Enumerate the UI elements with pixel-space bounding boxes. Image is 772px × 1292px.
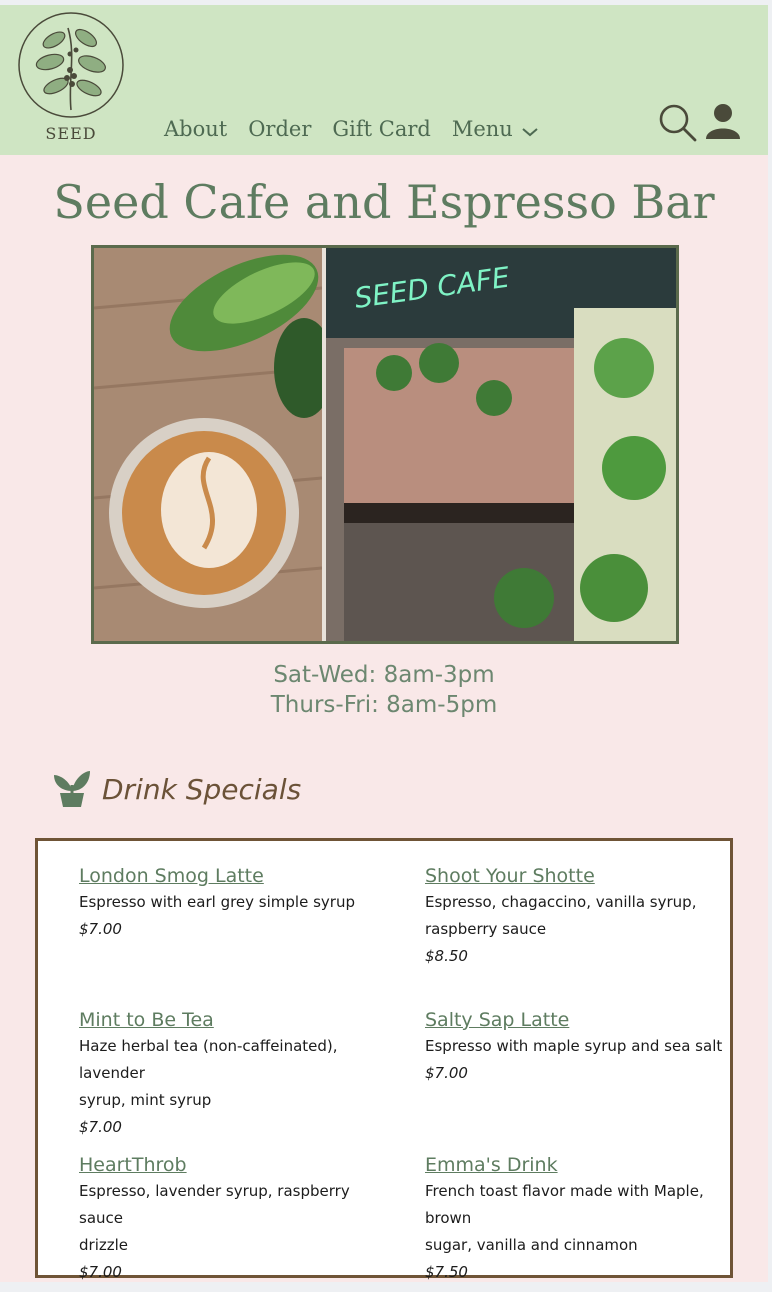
opening-hours: Sat-Wed: 8am-3pm Thurs-Fri: 8am-5pm	[0, 660, 768, 720]
nav-menu[interactable]: Menu	[452, 117, 539, 141]
nav-menu-label: Menu	[451, 117, 513, 141]
drink-description: Espresso, chagaccino, vanilla syrup,	[425, 893, 697, 911]
drink-name-link[interactable]: HeartThrob	[79, 1152, 187, 1178]
drink-description: Haze herbal tea (non-caffeinated), laven…	[79, 1037, 338, 1082]
drink-price: $7.00	[425, 1064, 468, 1082]
nav-order[interactable]: Order	[248, 117, 311, 141]
hours-line-1: Sat-Wed: 8am-3pm	[273, 662, 495, 688]
drink-description: sugar, vanilla and cinnamon	[425, 1236, 638, 1254]
specials-list: London Smog Latte Espresso with earl gre…	[35, 838, 735, 1281]
drink-name-link[interactable]: Mint to Be Tea	[79, 1007, 214, 1033]
drink-description: Espresso with maple syrup and sea salt	[425, 1037, 723, 1055]
drink-item: Salty Sap Latte Espresso with maple syru…	[425, 1007, 735, 1087]
nav-gift-card[interactable]: Gift Card	[332, 117, 430, 141]
specials-heading: Drink Specials	[52, 769, 301, 809]
user-icon[interactable]	[704, 103, 742, 141]
chevron-down-icon	[522, 128, 538, 137]
logo-text: SEED	[45, 124, 97, 143]
drink-item: Shoot Your Shotte Espresso, chagaccino, …	[425, 863, 735, 970]
page-title: Seed Cafe and Espresso Bar	[53, 175, 715, 229]
drink-name-link[interactable]: Salty Sap Latte	[425, 1007, 569, 1033]
specials-title: Drink Specials	[102, 772, 302, 806]
drink-name-link[interactable]: Shoot Your Shotte	[425, 863, 595, 889]
drink-name-link[interactable]: London Smog Latte	[79, 863, 264, 889]
nav-about[interactable]: About	[164, 117, 227, 141]
drink-description: drizzle	[79, 1236, 128, 1254]
seed-logo[interactable]: SEED	[16, 10, 126, 143]
drink-description: raspberry sauce	[425, 920, 547, 938]
search-icon[interactable]	[658, 103, 698, 143]
coffee-plant-logo-icon	[18, 12, 124, 118]
drink-name-link[interactable]: Emma's Drink	[425, 1152, 558, 1178]
page: SEED About Order Gift Card Menu Seed Caf…	[0, 5, 768, 1282]
drink-description: French toast flavor made with Maple, bro…	[425, 1182, 704, 1227]
plant-pot-icon	[54, 771, 90, 807]
drink-item: Mint to Be Tea Haze herbal tea (non-caff…	[79, 1007, 389, 1141]
drink-price: $7.00	[79, 1263, 122, 1281]
hero-photo-collage: SEED CAFE	[94, 248, 676, 641]
drink-item: Emma's Drink French toast flavor made wi…	[425, 1152, 735, 1282]
drink-price: $7.00	[79, 1118, 122, 1136]
drink-description: Espresso, lavender syrup, raspberry sauc…	[79, 1182, 350, 1227]
drink-description: syrup, mint syrup	[79, 1091, 212, 1109]
drink-description: Espresso with earl grey simple syrup	[79, 893, 355, 911]
hero-image: SEED CAFE	[91, 245, 679, 644]
drink-item: London Smog Latte Espresso with earl gre…	[79, 863, 389, 943]
drink-item: HeartThrob Espresso, lavender syrup, ras…	[79, 1152, 389, 1282]
site-header: SEED About Order Gift Card Menu	[0, 5, 768, 155]
drink-price: $7.50	[425, 1263, 468, 1281]
drink-price: $8.50	[425, 947, 468, 965]
drink-price: $7.00	[79, 920, 122, 938]
hours-line-2: Thurs-Fri: 8am-5pm	[270, 692, 498, 718]
main-nav: About Order Gift Card Menu	[164, 117, 560, 141]
